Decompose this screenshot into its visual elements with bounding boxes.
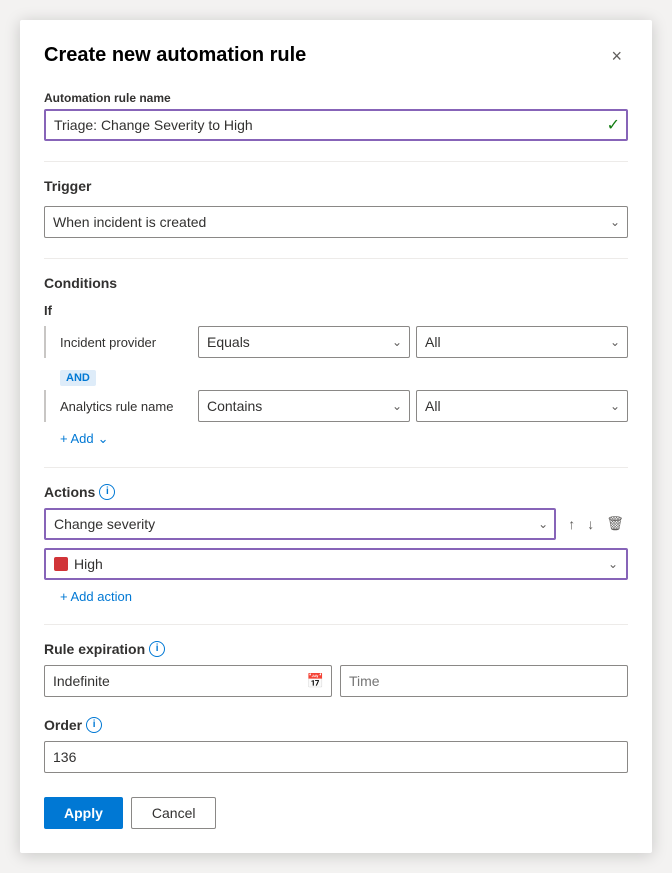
add-condition-label: + Add [60,431,94,446]
and-badge: AND [60,370,96,386]
automation-rule-name-section: Automation rule name ✓ [44,91,628,141]
divider-2 [44,258,628,259]
rule-expiration-label-row: Rule expiration i [44,641,628,657]
trigger-label: Trigger [44,178,628,194]
condition-1-field-label: Incident provider [60,335,190,350]
apply-button[interactable]: Apply [44,797,123,829]
trigger-section: Trigger When incident is created When in… [44,178,628,238]
add-condition-chevron-icon: ⌄ [98,431,109,447]
severity-arrow-icon: ⌄ [608,557,618,571]
dialog-header: Create new automation rule × [44,44,628,67]
severity-select-wrapper: High ⌄ [44,548,628,580]
expiration-date-input[interactable] [44,665,332,697]
action-row: Change severity Assign owner Change stat… [44,508,628,540]
order-input[interactable] [44,741,628,773]
severity-value-label: High [74,556,594,572]
cancel-button[interactable]: Cancel [131,797,217,829]
expiration-time-wrapper [340,665,628,697]
rule-expiration-row: 📅 [44,665,628,697]
dialog-container: Create new automation rule × Automation … [20,20,652,853]
severity-indicator-icon [54,557,68,571]
divider-1 [44,161,628,162]
condition-row-2: Analytics rule name Contains Equals Does… [44,390,628,422]
condition-1-value-select[interactable]: All [416,326,628,358]
rule-expiration-section: Rule expiration i 📅 [44,641,628,697]
condition-2-operator-select[interactable]: Contains Equals Does not contain [198,390,410,422]
divider-4 [44,624,628,625]
order-label: Order [44,717,82,733]
condition-row-1: Incident provider Equals Contains Does n… [44,326,628,358]
condition-1-value-wrapper: All ⌄ [416,326,628,358]
condition-2-operator-wrapper: Contains Equals Does not contain ⌄ [198,390,410,422]
close-button[interactable]: × [605,45,628,67]
condition-1-operator-wrapper: Equals Contains Does not equal ⌄ [198,326,410,358]
order-label-row: Order i [44,717,628,733]
footer-buttons: Apply Cancel [44,797,628,829]
condition-2-selects: Contains Equals Does not contain ⌄ All ⌄ [198,390,628,422]
actions-label-row: Actions i [44,484,628,500]
order-section: Order i [44,717,628,773]
automation-rule-name-input[interactable] [44,109,628,141]
automation-rule-name-label: Automation rule name [44,91,628,105]
delete-icon: 🗑 [606,515,624,532]
action-select-wrapper: Change severity Assign owner Change stat… [44,508,556,540]
conditions-label: Conditions [44,275,628,291]
add-action-button[interactable]: + Add action [60,589,132,604]
automation-rule-name-field-wrapper: ✓ [44,109,628,141]
condition-2-value-wrapper: All ⌄ [416,390,628,422]
conditions-section: Conditions If Incident provider Equals C… [44,275,628,447]
condition-2-value-select[interactable]: All [416,390,628,422]
actions-info-icon: i [99,484,115,500]
condition-1-selects: Equals Contains Does not equal ⌄ All ⌄ [198,326,628,358]
rule-expiration-label: Rule expiration [44,641,145,657]
action-icons: ↑ ↓ 🗑 [564,511,628,536]
add-condition-button[interactable]: + Add ⌄ [60,431,109,447]
condition-2-field-label: Analytics rule name [60,399,190,414]
rule-expiration-info-icon: i [149,641,165,657]
conditions-if-label: If [44,303,628,318]
condition-1-operator-select[interactable]: Equals Contains Does not equal [198,326,410,358]
actions-section: Actions i Change severity Assign owner C… [44,484,628,604]
trigger-select-wrapper: When incident is created When incident i… [44,206,628,238]
expiration-time-input[interactable] [340,665,628,697]
move-up-icon: ↑ [568,516,575,532]
expiration-date-wrapper: 📅 [44,665,332,697]
action-delete-button[interactable]: 🗑 [602,511,628,536]
severity-row: High ⌄ [44,548,628,580]
action-type-select[interactable]: Change severity Assign owner Change stat… [44,508,556,540]
action-move-down-button[interactable]: ↓ [583,512,598,536]
action-move-up-button[interactable]: ↑ [564,512,579,536]
order-info-icon: i [86,717,102,733]
actions-label: Actions [44,484,95,500]
trigger-select[interactable]: When incident is created When incident i… [44,206,628,238]
move-down-icon: ↓ [587,516,594,532]
dialog-title: Create new automation rule [44,44,306,67]
add-action-label: + Add action [60,589,132,604]
divider-3 [44,467,628,468]
severity-select-inner: High ⌄ [44,548,628,580]
